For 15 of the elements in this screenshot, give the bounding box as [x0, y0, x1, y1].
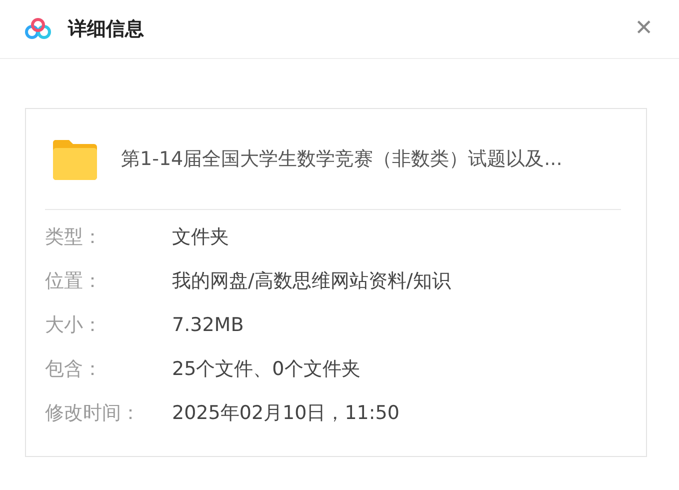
- property-label: 包含：: [45, 356, 103, 382]
- window-title: 详细信息: [68, 16, 144, 42]
- cloud-logo-icon: [24, 18, 52, 40]
- property-label: 大小：: [45, 312, 103, 338]
- property-value: 我的网盘/高数思维网站资料/知识: [172, 268, 451, 294]
- property-value: 文件夹: [172, 224, 229, 250]
- property-value: 2025年02月10日，11:50: [172, 400, 400, 426]
- property-label: 类型：: [45, 224, 103, 250]
- property-label: 位置：: [45, 268, 103, 294]
- property-label: 修改时间：: [45, 400, 141, 426]
- close-button[interactable]: ✕: [630, 18, 657, 40]
- folder-icon: [52, 138, 98, 180]
- property-value: 25个文件、0个文件夹: [172, 356, 360, 382]
- folder-name: 第1-14届全国大学生数学竞赛（非数类）试题以及...: [121, 146, 562, 172]
- property-value: 7.32MB: [172, 312, 244, 338]
